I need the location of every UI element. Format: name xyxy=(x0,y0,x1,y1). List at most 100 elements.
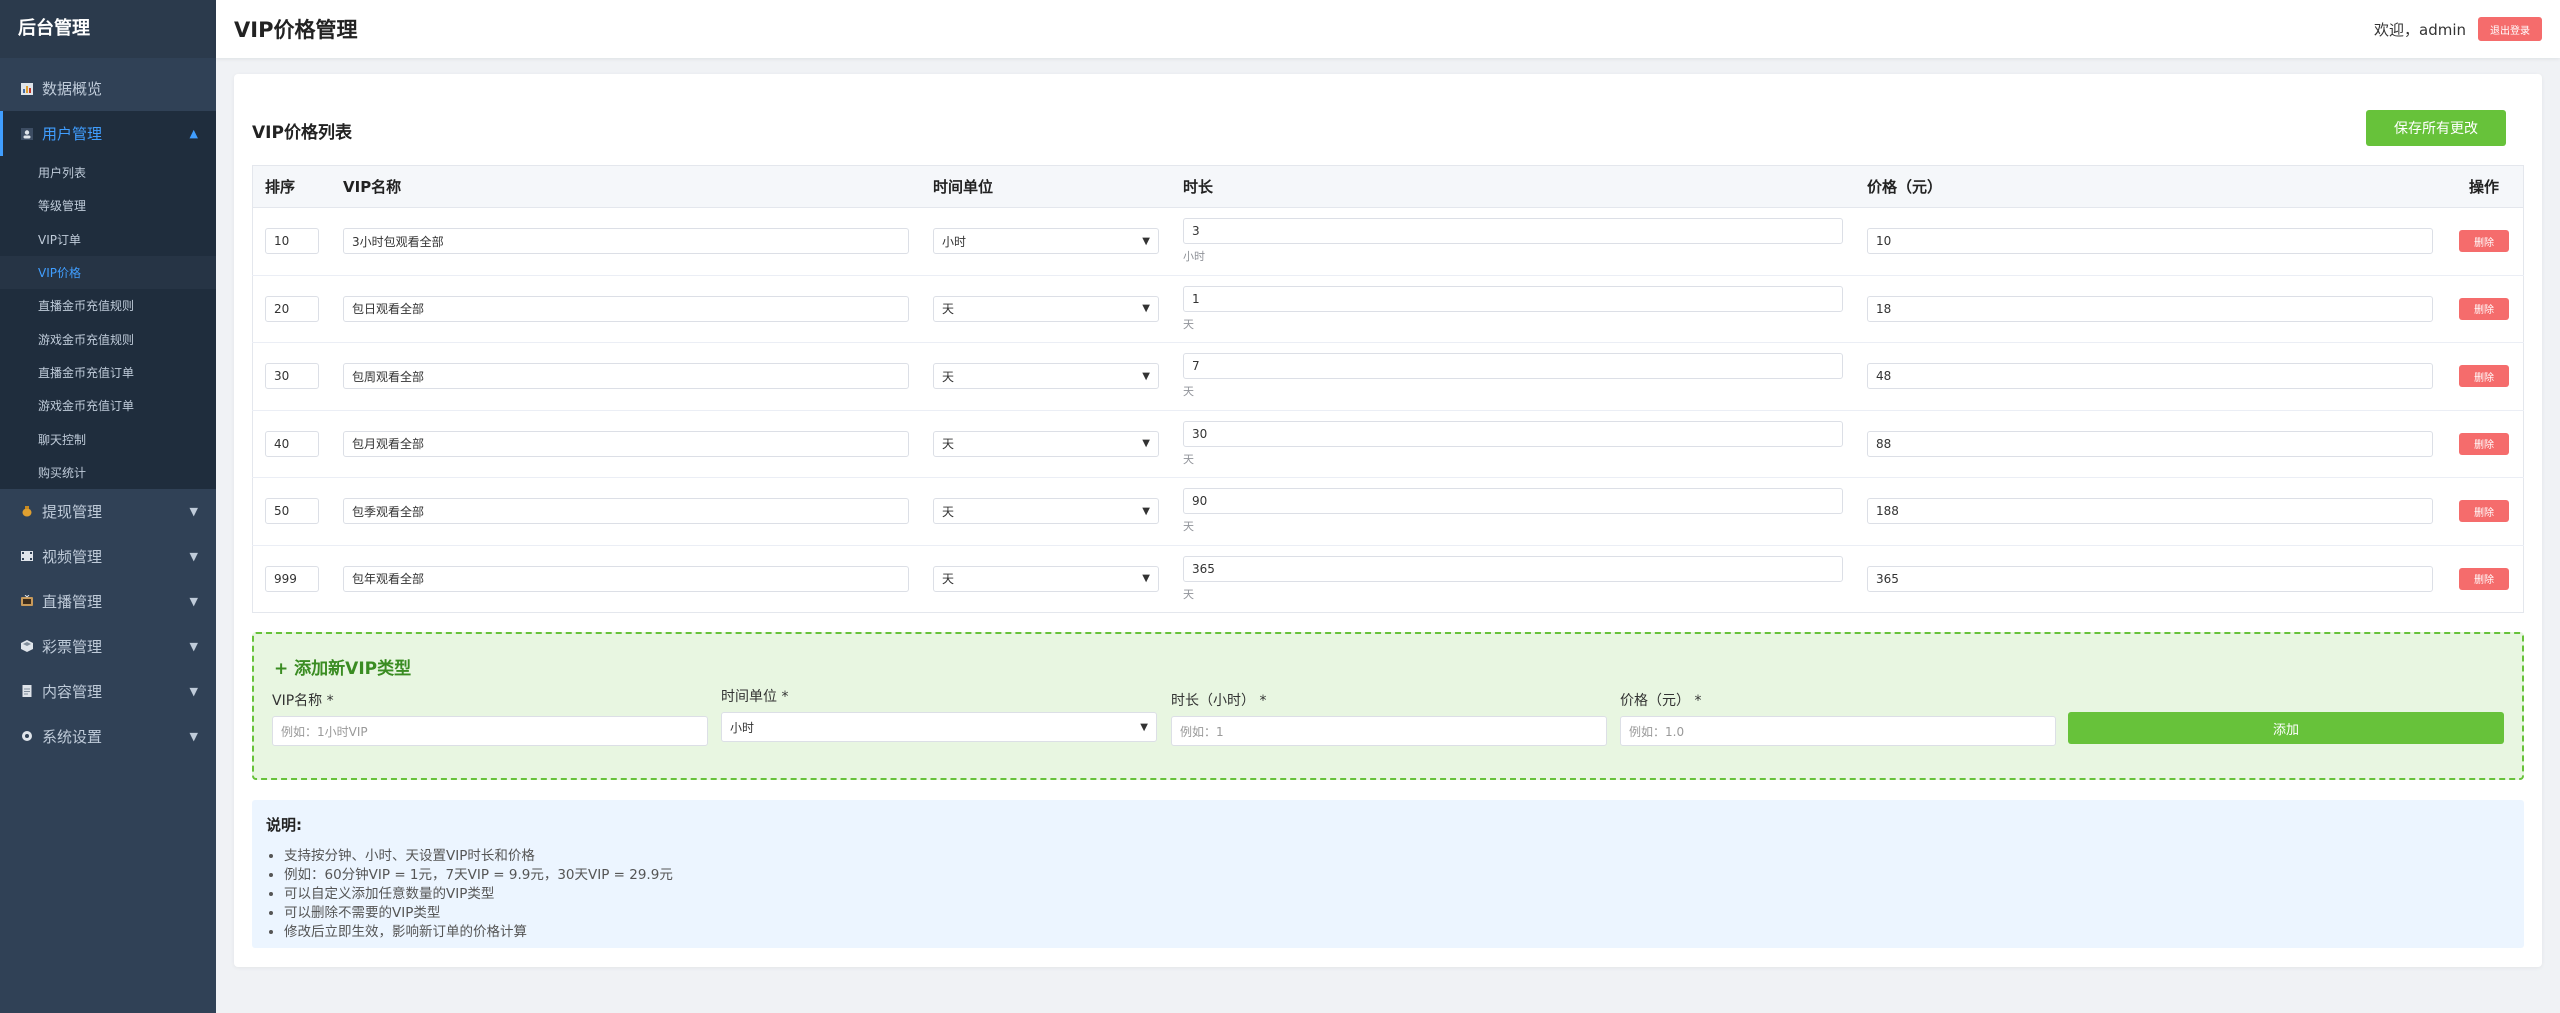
time-unit-select[interactable]: 天 ▼ xyxy=(933,363,1159,390)
duration-input[interactable]: 3 xyxy=(1183,218,1843,245)
cell-sort: 30 xyxy=(252,342,331,411)
column-header-duration: 时长 xyxy=(1171,165,1855,208)
submenu-item-chat-control[interactable]: 聊天控制 xyxy=(0,422,216,455)
price-input[interactable]: 88 xyxy=(1867,430,2433,457)
cell-unit: 天 ▼ xyxy=(921,477,1171,546)
cell-unit: 天 ▼ xyxy=(921,342,1171,411)
save-all-button[interactable]: 保存所有更改 xyxy=(2366,110,2506,146)
cell-unit: 天 ▼ xyxy=(921,410,1171,478)
sort-input[interactable]: 999 xyxy=(265,565,319,592)
vip-name-input[interactable]: 包年观看全部 xyxy=(343,565,909,592)
vip-name-input[interactable]: 3小时包观看全部 xyxy=(343,228,909,255)
duration-unit-hint: 天 xyxy=(1183,317,1194,331)
add-duration-field-group: 时长（小时） * 例如：1 xyxy=(1171,690,1607,746)
sidebar-item-users[interactable]: 用户管理 ▲ xyxy=(0,111,216,156)
cell-sort: 40 xyxy=(252,410,331,478)
add-duration-label: 时长（小时） * xyxy=(1171,693,1267,709)
sidebar-item-content[interactable]: 内容管理 ▼ xyxy=(0,669,216,714)
time-unit-select[interactable]: 天 ▼ xyxy=(933,498,1159,525)
time-unit-select[interactable]: 天 ▼ xyxy=(933,565,1159,592)
add-vip-button[interactable]: 添加 xyxy=(2068,712,2504,744)
duration-unit-hint: 天 xyxy=(1183,587,1194,601)
duration-input[interactable]: 30 xyxy=(1183,420,1843,447)
time-unit-select[interactable]: 天 ▼ xyxy=(933,295,1159,322)
cell-ops: 删除 xyxy=(2445,275,2524,343)
sidebar-item-withdraw[interactable]: 提现管理 ▼ xyxy=(0,489,216,534)
cell-price: 88 xyxy=(1855,410,2445,478)
sidebar-item-video[interactable]: 视频管理 ▼ xyxy=(0,534,216,579)
add-price-input[interactable]: 例如：1.0 xyxy=(1620,716,2056,746)
price-input[interactable]: 365 xyxy=(1867,565,2433,592)
sidebar-item-settings[interactable]: 系统设置 ▼ xyxy=(0,714,216,759)
sort-input[interactable]: 30 xyxy=(265,363,319,390)
duration-input[interactable]: 1 xyxy=(1183,285,1843,312)
sort-input[interactable]: 20 xyxy=(265,295,319,322)
submenu-item-vip-price[interactable]: VIP价格 xyxy=(0,255,216,290)
delete-button[interactable]: 删除 xyxy=(2459,365,2509,388)
table-row: 40 包月观看全部天 ▼ 30 天 88 删除 xyxy=(252,410,2524,478)
cell-ops: 删除 xyxy=(2445,545,2524,613)
table-row: 50 包季观看全部天 ▼ 90 天 188 删除 xyxy=(252,477,2524,546)
vip-name-input[interactable]: 包周观看全部 xyxy=(343,363,909,390)
time-unit-value: 天 xyxy=(942,302,955,317)
price-input[interactable]: 18 xyxy=(1867,295,2433,322)
price-input[interactable]: 188 xyxy=(1867,498,2433,525)
submenu-item-live-coin-orders[interactable]: 直播金币充值订单 xyxy=(0,356,216,389)
add-panel-title: + 添加新VIP类型 xyxy=(274,659,412,679)
add-price-label: 价格（元） * xyxy=(1620,693,1702,709)
submenu-item-level[interactable]: 等级管理 xyxy=(0,189,216,222)
sidebar-item-live[interactable]: 直播管理 ▼ xyxy=(0,579,216,624)
main-card: VIP价格列表 保存所有更改 排序 VIP名称 时间单位 时长 价格（元） 操作… xyxy=(234,74,2542,967)
delete-button[interactable]: 删除 xyxy=(2459,297,2509,320)
film-icon xyxy=(20,549,34,563)
vip-name-input[interactable]: 包季观看全部 xyxy=(343,498,909,525)
cell-duration: 3 小时 xyxy=(1171,207,1855,276)
duration-input[interactable]: 7 xyxy=(1183,353,1843,380)
add-unit-select[interactable]: 小时 ▼ xyxy=(721,712,1157,742)
sidebar-item-label: 内容管理 xyxy=(42,682,103,701)
ticket-icon xyxy=(20,639,34,653)
delete-button[interactable]: 删除 xyxy=(2459,432,2509,455)
add-price-field-group: 价格（元） * 例如：1.0 xyxy=(1620,690,2056,746)
add-name-input[interactable]: 例如：1小时VIP xyxy=(272,716,708,746)
delete-button[interactable]: 删除 xyxy=(2459,567,2509,590)
cell-sort: 999 xyxy=(253,545,332,613)
chevron-down-icon: ▼ xyxy=(1142,303,1150,315)
delete-button[interactable]: 删除 xyxy=(2459,230,2509,253)
vip-name-input[interactable]: 包月观看全部 xyxy=(343,430,909,457)
submenu-item-user-list[interactable]: 用户列表 xyxy=(0,156,216,189)
sidebar-item-dashboard[interactable]: 数据概览 xyxy=(0,66,216,111)
duration-input[interactable]: 365 xyxy=(1183,555,1843,582)
sort-input[interactable]: 50 xyxy=(265,498,319,525)
add-duration-input[interactable]: 例如：1 xyxy=(1171,716,1607,746)
delete-button[interactable]: 删除 xyxy=(2459,500,2509,523)
chevron-down-icon: ▼ xyxy=(1142,573,1150,585)
submenu-item-purchase-stats[interactable]: 购买统计 xyxy=(0,456,216,489)
sidebar-item-lottery[interactable]: 彩票管理 ▼ xyxy=(0,624,216,669)
sidebar-item-label: 彩票管理 xyxy=(42,637,103,656)
cell-price: 48 xyxy=(1855,342,2445,411)
price-input[interactable]: 48 xyxy=(1867,363,2433,390)
sort-input[interactable]: 10 xyxy=(265,228,319,255)
notes-list: 支持按分钟、小时、天设置VIP时长和价格 例如：60分钟VIP = 1元，7天V… xyxy=(266,847,2510,942)
cell-price: 188 xyxy=(1855,477,2445,546)
vip-name-input[interactable]: 包日观看全部 xyxy=(343,295,909,322)
time-unit-select[interactable]: 天 ▼ xyxy=(933,430,1159,457)
add-unit-label: 时间单位 * xyxy=(721,689,789,705)
time-unit-select[interactable]: 小时 ▼ xyxy=(933,228,1159,255)
notes-title: 说明: xyxy=(266,816,302,834)
submenu-item-game-coin-rules[interactable]: 游戏金币充值规则 xyxy=(0,322,216,355)
note-item: 可以删除不需要的VIP类型 xyxy=(284,904,2510,923)
price-input[interactable]: 10 xyxy=(1867,228,2433,255)
add-name-field-group: VIP名称 * 例如：1小时VIP xyxy=(272,690,708,746)
duration-input[interactable]: 90 xyxy=(1183,488,1843,515)
submenu-item-live-coin-rules[interactable]: 直播金币充值规则 xyxy=(0,289,216,322)
submenu-item-game-coin-orders[interactable]: 游戏金币充值订单 xyxy=(0,389,216,422)
cell-unit: 天 ▼ xyxy=(921,545,1171,613)
logout-button[interactable]: 退出登录 xyxy=(2478,17,2542,41)
add-name-label: VIP名称 * xyxy=(272,693,334,709)
sidebar-item-label: 用户管理 xyxy=(42,125,103,143)
submenu-item-vip-orders[interactable]: VIP订单 xyxy=(0,223,216,256)
sidebar-item-label: 视频管理 xyxy=(42,547,103,566)
sort-input[interactable]: 40 xyxy=(265,430,319,457)
